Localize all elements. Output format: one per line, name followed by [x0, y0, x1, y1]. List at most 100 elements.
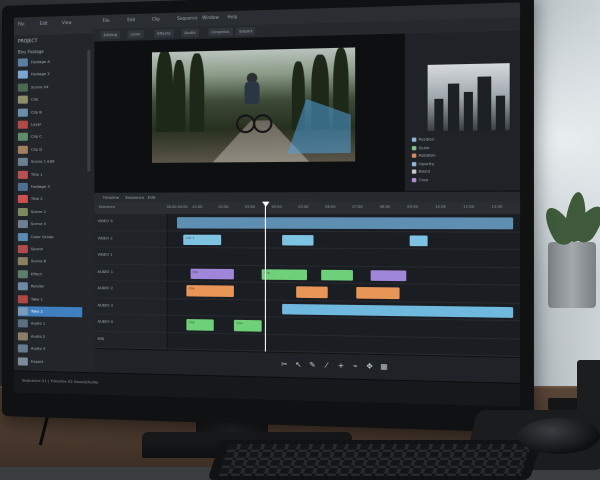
project-item-label: Clip B [30, 108, 42, 115]
bin-folder[interactable]: Bins Footage [18, 49, 44, 55]
plant-pot [548, 242, 596, 308]
workspace-tab[interactable]: Graphics [208, 27, 233, 37]
workspace-tab[interactable]: Effects [154, 29, 174, 38]
workspace-tab[interactable]: Export [236, 26, 256, 36]
project-item[interactable]: Audio 1 [17, 319, 82, 330]
timeline-clip[interactable]: Clip [190, 268, 235, 280]
project-item[interactable]: Scene 04 [17, 81, 82, 92]
project-item[interactable]: Take 2 [17, 306, 83, 318]
project-item[interactable]: Title 2 [17, 194, 82, 204]
timeline-clip[interactable] [370, 269, 407, 282]
keyboard-keys [218, 444, 532, 476]
workspace-tab[interactable]: Editing [100, 30, 121, 40]
workspace-tab[interactable]: Audio [181, 28, 199, 38]
project-item[interactable]: Footage 3 [17, 182, 82, 192]
menu-edit[interactable]: Edit [40, 21, 48, 26]
project-item-label: Footage 3 [30, 183, 50, 189]
inspector-property[interactable]: Crop [411, 177, 428, 183]
inspector-property[interactable]: Position [411, 137, 434, 144]
timeline-tracks[interactable]: VIDEO 3 VIDEO 2 VIDEO 1 AUDIO 1 AUDIO 2 AUDIO… [94, 214, 521, 357]
clip-thumbnail [17, 108, 28, 117]
timeline-tab[interactable]: Sequence [125, 195, 144, 200]
project-item[interactable]: Color Grade [17, 232, 82, 242]
ruler-tick: 12:00 [491, 204, 503, 209]
source-preview[interactable] [427, 63, 510, 132]
select-icon[interactable]: ↖ [293, 359, 304, 370]
project-item[interactable]: Effect [17, 269, 82, 280]
ruler-tick: 11:00 [463, 204, 475, 209]
timeline-clip[interactable]: Clip [261, 268, 308, 281]
property-swatch [411, 137, 417, 142]
inspector-property[interactable]: Opacity [411, 161, 434, 168]
menu-item[interactable]: Sequence [177, 15, 198, 21]
project-item[interactable]: Clip B [17, 106, 82, 117]
menu-item[interactable]: File [103, 18, 110, 23]
project-item[interactable]: Scene 6 [17, 257, 82, 268]
clip-thumbnail [17, 356, 28, 366]
timeline-tab[interactable]: Edit [148, 195, 156, 200]
project-item[interactable]: Clip D [17, 144, 82, 155]
program-monitor[interactable] [94, 33, 405, 192]
timeline-clip[interactable]: Clip 1 [183, 234, 221, 246]
track-label: VIDEO 1 [97, 252, 113, 257]
building [477, 76, 492, 131]
timeline-clip[interactable] [282, 303, 513, 318]
project-scrollbar[interactable] [87, 49, 91, 172]
link-icon[interactable]: ⌁ [350, 361, 361, 372]
timeline-clip[interactable] [410, 234, 429, 247]
pen-icon[interactable]: ✎ [307, 360, 318, 371]
project-item[interactable]: Scene 1 Edit [17, 157, 82, 168]
timeline-clip[interactable] [356, 286, 400, 299]
property-swatch [411, 145, 417, 150]
project-item-label: Sound [30, 246, 43, 252]
inspector-property[interactable]: Blend [411, 169, 430, 175]
track-label: VIDEO 2 [97, 235, 113, 240]
menu-item[interactable]: Edit [127, 17, 135, 22]
ruler-tick: 00:00:00:00 [166, 204, 188, 209]
clip-thumbnail [17, 95, 28, 104]
clip-thumbnail [17, 195, 28, 204]
project-item[interactable]: Audio 2 [17, 331, 82, 342]
project-title: PROJECT [17, 39, 38, 45]
scissors-icon[interactable]: ✂ [279, 359, 290, 370]
menu-view[interactable]: View [62, 20, 72, 25]
timeline-clip[interactable] [176, 217, 513, 229]
project-item-label: Audio 2 [30, 333, 46, 339]
plus-icon[interactable]: + [335, 360, 346, 371]
grid-icon[interactable]: ▦ [378, 361, 389, 372]
project-item[interactable]: Footage A [17, 56, 82, 68]
project-item[interactable]: Title 1 [17, 169, 82, 179]
project-item[interactable]: Footage 2 [17, 69, 82, 80]
timeline-clip[interactable] [321, 269, 353, 281]
menu-file[interactable]: File [18, 21, 25, 26]
menu-item[interactable]: Help [228, 14, 238, 19]
project-item[interactable]: Layer [17, 119, 82, 130]
timeline-clip[interactable] [282, 234, 315, 246]
clip-label: Clip [188, 286, 195, 291]
inspector-property[interactable]: Scale [411, 145, 429, 152]
project-item[interactable]: Sound [17, 244, 82, 254]
menu-item[interactable]: Window [202, 15, 219, 21]
timeline-clip[interactable] [296, 286, 329, 298]
inspector-property[interactable]: Rotation [411, 153, 436, 160]
timeline-clip[interactable]: Clip [186, 319, 214, 331]
workspace-tab[interactable]: Color [127, 30, 144, 39]
timeline-clip[interactable]: Clip [186, 285, 235, 297]
project-item[interactable]: Export [17, 356, 82, 368]
timeline-clip[interactable]: Clip [234, 319, 262, 332]
tree [156, 49, 173, 133]
razor-icon[interactable]: ⁄ [321, 360, 332, 371]
playhead[interactable] [265, 201, 267, 352]
timeline-ruler[interactable]: Sequence 00:00:00:00 01:00 02:00 03:00 04:00 0… [94, 201, 521, 215]
project-item[interactable]: Scene 2 [17, 207, 82, 217]
move-icon[interactable]: ✥ [364, 361, 375, 372]
track-label: VIDEO 3 [97, 219, 113, 224]
project-item[interactable]: Audio 3 [17, 344, 82, 355]
project-item[interactable]: Render [17, 281, 82, 292]
timeline-tab[interactable]: Timeline [103, 195, 120, 200]
project-item[interactable]: Clip [17, 94, 82, 105]
menu-item[interactable]: Clip [152, 16, 160, 21]
project-item[interactable]: Take 1 [17, 294, 82, 305]
project-item[interactable]: Clip C [17, 131, 82, 142]
project-item[interactable]: Scene 3 [17, 219, 82, 229]
